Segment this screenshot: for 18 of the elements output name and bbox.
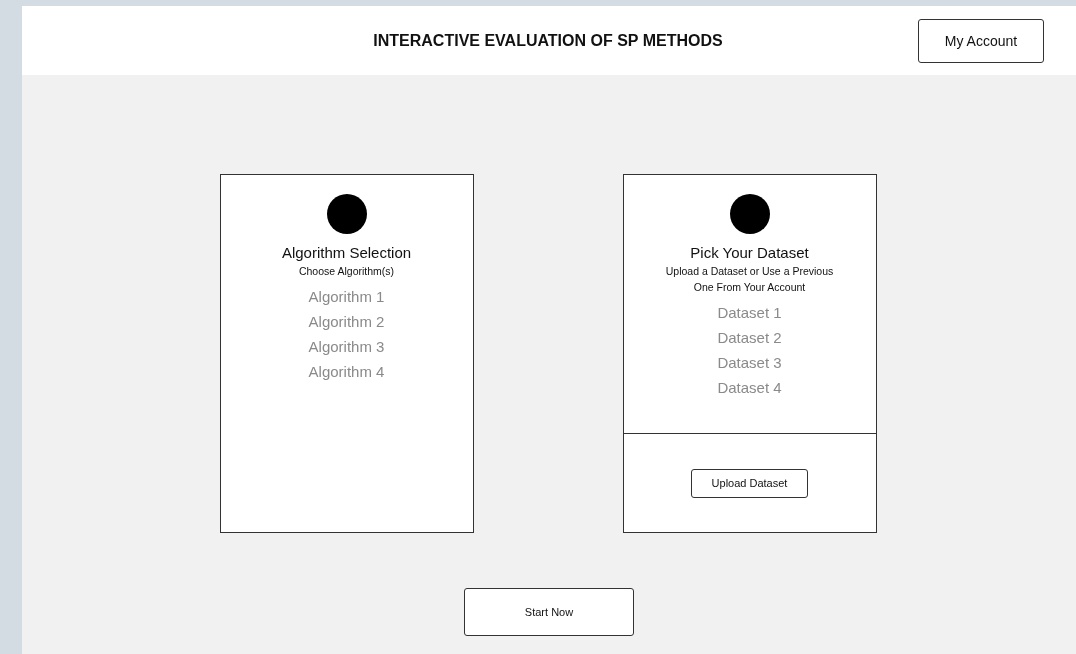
upload-button[interactable]: Upload Dataset — [691, 468, 808, 498]
card-subtitle: Choose Algorithm(s) — [297, 264, 396, 279]
card-title: Pick Your Dataset — [690, 244, 809, 261]
page-title: INTERACTIVE EVALUATION OF SP METHODS — [373, 31, 723, 50]
list-item[interactable]: Dataset 3 — [717, 350, 782, 375]
circle-icon — [729, 194, 770, 234]
list-item[interactable]: Dataset 2 — [717, 325, 782, 350]
list-item[interactable]: Dataset 4 — [717, 375, 782, 400]
card-subtitle: Upload a Dataset or Use a Previous One From Your Account — [664, 264, 835, 295]
card-title: Algorithm Selection — [281, 244, 412, 261]
list-item[interactable]: Dataset 1 — [717, 300, 782, 325]
my-account-button[interactable]: My Account — [918, 19, 1044, 63]
list-item[interactable]: Algorithm 2 — [308, 309, 385, 334]
start-button[interactable]: Start Now — [464, 588, 634, 636]
circle-icon — [326, 194, 367, 234]
list-item[interactable]: Algorithm 3 — [308, 334, 385, 359]
list-item[interactable]: Algorithm 4 — [308, 359, 385, 384]
list-item[interactable]: Algorithm 1 — [308, 284, 385, 309]
